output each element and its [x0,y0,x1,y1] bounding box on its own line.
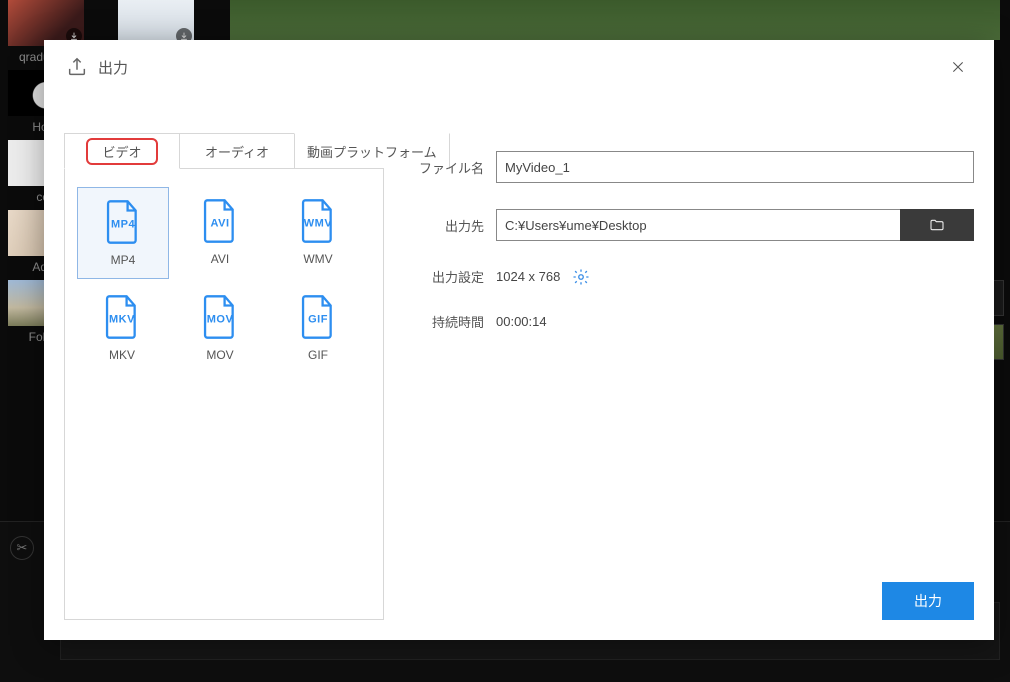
tab-video[interactable]: ビデオ [64,133,180,169]
format-ext: MKV [103,313,141,325]
outpath-input[interactable] [496,209,900,241]
outpath-row: 出力先 [414,209,974,241]
timeline-tool-icon[interactable]: ✂ [10,536,34,560]
duration-label: 持続時間 [414,312,484,331]
format-label: MP4 [111,253,136,267]
browse-button[interactable] [900,209,974,241]
format-label: GIF [308,348,328,362]
duration-value: 00:00:14 [496,314,547,329]
tab-audio[interactable]: オーディオ [179,133,295,169]
format-ext: GIF [299,313,337,325]
settings-panel: ファイル名 出力先 出力設定 1024 x 768 [414,151,974,620]
file-icon: GIF [299,294,337,340]
close-button[interactable] [944,53,972,81]
format-ext: WMV [299,217,337,229]
settings-button[interactable] [572,268,590,286]
dialog-title: 出力 [98,57,128,78]
format-panel: ビデオ オーディオ 動画プラットフォーム MP4 MP4 AVI AVI [64,133,384,620]
format-option-mp4[interactable]: MP4 MP4 [77,187,169,279]
format-option-gif[interactable]: GIF GIF [273,283,363,373]
format-grid: MP4 MP4 AVI AVI WMV WMV MKV MKV MOV MOV [64,168,384,620]
settings-label: 出力設定 [414,267,484,286]
file-icon: MOV [201,294,239,340]
export-icon [66,56,88,78]
folder-icon [927,217,947,233]
format-label: AVI [211,252,229,266]
format-option-mov[interactable]: MOV MOV [175,283,265,373]
format-ext: AVI [201,217,239,229]
file-icon: AVI [201,198,239,244]
format-label: MOV [206,348,233,362]
settings-value: 1024 x 768 [496,269,560,284]
file-icon: MP4 [104,199,142,245]
format-ext: MOV [201,313,239,325]
format-option-wmv[interactable]: WMV WMV [273,187,363,277]
outpath-label: 出力先 [414,216,484,235]
duration-row: 持続時間 00:00:14 [414,312,974,331]
format-ext: MP4 [104,218,142,230]
settings-row: 出力設定 1024 x 768 [414,267,974,286]
export-dialog: 出力 ビデオ オーディオ 動画プラットフォーム [44,40,994,640]
export-button[interactable]: 出力 [882,582,974,620]
tab-bar: ビデオ オーディオ 動画プラットフォーム [64,133,384,169]
filename-input[interactable] [496,151,974,183]
file-icon: WMV [299,198,337,244]
format-option-avi[interactable]: AVI AVI [175,187,265,277]
filename-label: ファイル名 [414,158,484,177]
format-label: MKV [109,348,135,362]
dialog-header: 出力 [44,40,994,95]
preview-strip [230,0,1000,40]
filename-row: ファイル名 [414,151,974,183]
format-label: WMV [303,252,332,266]
format-option-mkv[interactable]: MKV MKV [77,283,167,373]
file-icon: MKV [103,294,141,340]
tab-label: ビデオ [86,138,157,165]
tab-label: オーディオ [205,142,269,161]
